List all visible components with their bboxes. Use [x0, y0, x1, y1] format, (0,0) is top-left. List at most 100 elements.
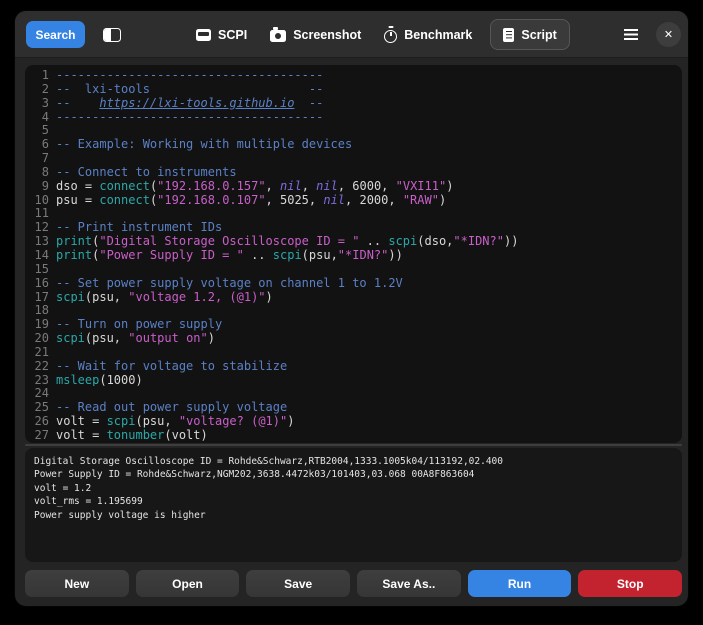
- code-token: ): [287, 414, 295, 428]
- code-token: , 2000,: [345, 192, 403, 207]
- tab-benchmark[interactable]: Benchmark: [379, 19, 477, 50]
- code-text: volt = scpi(psu, "voltage? (@1)"): [49, 414, 682, 428]
- sidebar-toggle-button[interactable]: [99, 24, 125, 45]
- code-token: scpi: [56, 289, 85, 304]
- open-button[interactable]: Open: [135, 570, 240, 597]
- code-token: scpi: [106, 414, 136, 428]
- code-token: print: [56, 247, 93, 262]
- code-token: "RAW": [402, 192, 439, 207]
- code-token: --: [56, 95, 100, 110]
- save-button[interactable]: Save: [246, 570, 351, 597]
- console-line: Power supply voltage is higher: [34, 509, 206, 521]
- code-line: 4 -------------------------------------: [25, 110, 682, 124]
- code-line: 7: [25, 151, 682, 165]
- tab-label: SCPI: [218, 27, 248, 42]
- code-line: 27 volt = tonumber(volt): [25, 428, 682, 442]
- code-token: "192.168.0.107": [157, 192, 266, 207]
- code-line: 6 -- Example: Working with multiple devic…: [25, 137, 682, 151]
- line-number: 7: [41, 151, 49, 166]
- code-token: scpi: [56, 331, 85, 345]
- code-token: scpi: [272, 247, 302, 262]
- code-text: -- Turn on power supply: [49, 317, 682, 331]
- line-number: 18: [34, 303, 49, 318]
- code-line: 20 scpi(psu, "output on"): [25, 331, 682, 345]
- code-token: connect: [99, 192, 150, 207]
- line-number: 11: [34, 206, 49, 221]
- code-text: dso = connect("192.168.0.157", nil, nil,…: [49, 179, 682, 193]
- code-line: 24: [25, 386, 682, 400]
- line-number: 23: [34, 372, 49, 387]
- menu-icon: [624, 29, 638, 40]
- code-line: 10 psu = connect("192.168.0.107", 5025, n…: [25, 193, 682, 207]
- code-token: connect: [99, 178, 150, 193]
- lxi-gui-window: Search SCPI Screenshot Benchmark Script ✕ 1…: [14, 10, 689, 607]
- tab-screenshot[interactable]: Screenshot: [265, 19, 366, 50]
- code-token: "192.168.0.157": [157, 178, 266, 193]
- code-token: )): [388, 247, 403, 262]
- code-line: 22 -- Wait for voltage to stabilize: [25, 359, 682, 373]
- code-token: ): [265, 289, 273, 304]
- tab-scpi[interactable]: SCPI: [191, 19, 252, 50]
- document-icon: [503, 27, 515, 42]
- code-token: "*IDN?": [337, 247, 389, 262]
- line-number: 20: [34, 331, 49, 346]
- code-token: dso =: [56, 178, 100, 193]
- tab-strip: SCPI Screenshot Benchmark Script: [191, 19, 570, 50]
- code-text: -- https://lxi-tools.github.io --: [49, 96, 682, 110]
- code-token: )): [503, 234, 519, 248]
- code-line: 5: [25, 123, 682, 137]
- line-number: 26: [34, 414, 49, 429]
- search-button[interactable]: Search: [26, 21, 85, 48]
- code-token: -- Wait for voltage to stabilize: [56, 358, 288, 373]
- code-text: msleep(1000): [49, 373, 682, 387]
- code-token: volt =: [56, 427, 107, 442]
- code-text: volt = tonumber(volt): [49, 428, 682, 442]
- code-line: 21: [25, 345, 682, 359]
- code-token: -------------------------------------: [56, 68, 324, 82]
- code-token: (dso,: [417, 234, 454, 248]
- code-text: -- Read out power supply voltage: [49, 400, 682, 414]
- line-number: 12: [34, 220, 49, 235]
- script-editor[interactable]: 1 ------------------------------------- 2-…: [25, 65, 682, 443]
- close-button[interactable]: ✕: [656, 22, 681, 47]
- tab-script[interactable]: Script: [490, 19, 570, 50]
- stop-button[interactable]: Stop: [578, 570, 683, 597]
- sidebar-toggle-icon: [103, 27, 121, 42]
- line-number: 10: [34, 192, 49, 207]
- line-number: 4: [41, 109, 49, 124]
- code-token: -- Connect to instruments: [56, 164, 237, 179]
- code-text: print("Power Supply ID = " .. scpi(psu,"…: [49, 248, 682, 262]
- menu-button[interactable]: [617, 24, 645, 45]
- action-bar: New Open Save Save As.. Run Stop: [25, 570, 683, 597]
- code-text: scpi(psu, "voltage 1.2, (@1)"): [49, 290, 682, 304]
- code-token: ..: [243, 247, 273, 262]
- code-text: psu = connect("192.168.0.107", 5025, nil…: [49, 193, 682, 207]
- camera-icon: [270, 27, 287, 42]
- stopwatch-icon: [384, 29, 398, 43]
- tab-label: Script: [521, 27, 557, 42]
- code-token: nil: [280, 178, 302, 193]
- code-token: print: [56, 234, 93, 248]
- code-token: ..: [359, 234, 389, 248]
- desktop-background: Search SCPI Screenshot Benchmark Script ✕ 1…: [0, 0, 703, 625]
- code-token: --: [294, 95, 324, 110]
- new-button[interactable]: New: [25, 570, 129, 597]
- code-token: tonumber: [106, 427, 165, 442]
- code-line: 23 msleep(1000): [25, 373, 682, 387]
- code-token: -- Set power supply voltage on channel 1…: [56, 275, 403, 290]
- console-line: volt_rms = 1.195699: [34, 496, 143, 508]
- save-as-button[interactable]: Save As..: [357, 570, 461, 597]
- code-text: scpi(psu, "output on"): [49, 331, 682, 345]
- close-icon: ✕: [663, 29, 674, 41]
- code-token: (psu,: [301, 247, 338, 262]
- code-line: 19 -- Turn on power supply: [25, 317, 682, 331]
- line-number: 25: [34, 400, 49, 415]
- pane-separator[interactable]: [25, 444, 682, 446]
- line-number: 14: [34, 247, 49, 262]
- run-button[interactable]: Run: [467, 570, 572, 597]
- code-token: -- Example: Working with multiple device…: [56, 137, 353, 152]
